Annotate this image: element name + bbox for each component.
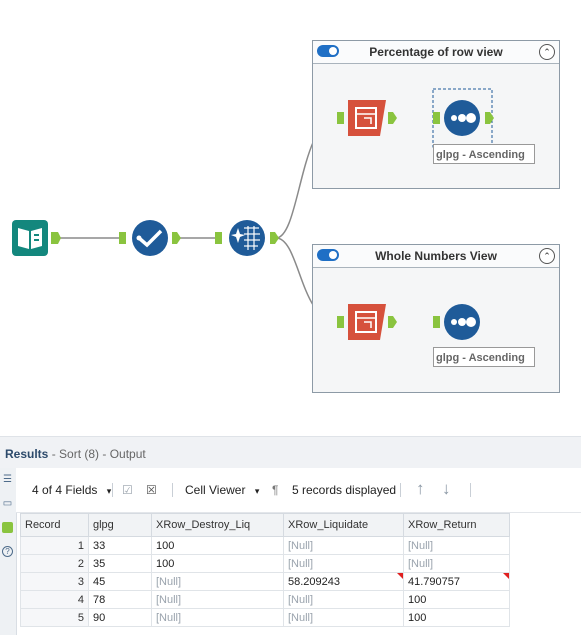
results-toolbar: 4 of 4 Fields ▾ ☑ ☒ Cell Viewer ▾ ¶ 5 re… [16,468,581,513]
table-cell[interactable]: [Null] [283,608,404,627]
header-row: Record glpg XRow_Destroy_Liq XRow_Liquid… [20,513,510,537]
uncheck-all-icon[interactable]: ☒ [146,483,157,497]
crosstab-tool-top[interactable] [336,98,398,141]
check-all-icon[interactable]: ☑ [122,483,133,497]
sort-tool-bottom[interactable] [432,302,498,345]
table-cell[interactable]: 90 [88,608,152,627]
results-grid[interactable]: Record glpg XRow_Destroy_Liq XRow_Liquid… [20,513,510,627]
table-row[interactable]: 3 45 [Null] 58.209243 41.790757 [20,572,510,591]
container-title: Percentage of row view [369,45,503,59]
column-header[interactable]: glpg [88,513,152,537]
records-count: 5 records displayed [292,483,397,497]
dots-icon [432,88,494,148]
table-cell[interactable]: 41.790757 [403,572,510,591]
container-title: Whole Numbers View [375,249,497,263]
table-cell[interactable]: 100 [403,590,510,609]
sparkle-grid-icon [215,220,279,256]
cell-viewer-dropdown[interactable]: Cell Viewer ▾ [185,483,259,497]
table-arrow-icon [337,304,397,340]
table-cell[interactable]: [Null] [403,554,510,573]
record-cell: 1 [20,536,89,555]
input-data-tool[interactable] [10,218,62,261]
table-cell[interactable]: 45 [88,572,152,591]
container-header: Whole Numbers View ⌃ [313,245,559,268]
table-cell[interactable]: 78 [88,590,152,609]
table-cell[interactable]: [Null] [151,572,284,591]
table-cell[interactable]: 100 [151,554,284,573]
help-icon[interactable]: ? [2,546,13,557]
table-arrow-icon [337,100,397,136]
table-cell[interactable]: [Null] [283,554,404,573]
arrow-up-icon[interactable]: ↑ [416,479,425,499]
table-cell[interactable]: 100 [151,536,284,555]
record-cell: 4 [20,590,89,609]
list-icon[interactable]: ☰ [2,474,13,485]
table-cell[interactable]: 58.209243 [283,572,404,591]
crosstab-tool-bottom[interactable] [336,302,398,345]
table-row[interactable]: 1 33 100 [Null] [Null] [20,536,510,555]
select-tool[interactable] [118,218,182,261]
table-row[interactable]: 4 78 [Null] [Null] 100 [20,590,510,609]
fields-dropdown[interactable]: 4 of 4 Fields ▾ [32,483,111,497]
toolbar-divider [172,483,173,497]
toolbar-divider [400,483,401,497]
collapse-icon[interactable]: ⌃ [539,44,555,60]
record-cell: 5 [20,608,89,627]
table-cell[interactable]: 35 [88,554,152,573]
table-cell[interactable]: [Null] [283,536,404,555]
table-row[interactable]: 5 90 [Null] [Null] 100 [20,608,510,627]
fields-label: 4 of 4 Fields [32,483,98,497]
results-subtitle: - Sort (8) - Output [51,447,146,461]
table-cell[interactable]: [Null] [151,608,284,627]
arrow-down-icon[interactable]: ↓ [442,479,451,499]
data-tag-icon[interactable] [2,522,13,533]
results-header: Results - Sort (8) - Output [0,436,581,469]
sort-tool-top[interactable] [432,88,498,151]
table-cell[interactable]: 100 [403,608,510,627]
table-row[interactable]: 2 35 100 [Null] [Null] [20,554,510,573]
cell-viewer-label: Cell Viewer [185,483,246,497]
message-icon[interactable]: ▭ [2,498,13,509]
table-cell[interactable]: [Null] [403,536,510,555]
table-cell[interactable]: [Null] [283,590,404,609]
chevron-down-icon: ▾ [254,486,260,496]
book-icon [12,220,61,256]
record-cell: 3 [20,572,89,591]
container-header: Percentage of row view ⌃ [313,41,559,64]
column-header[interactable]: XRow_Return [403,513,510,537]
results-title: Results - Sort (8) - Output [5,447,146,461]
column-header[interactable]: XRow_Liquidate [283,513,404,537]
table-cell[interactable]: 33 [88,536,152,555]
results-title-label: Results [5,447,49,461]
collapse-icon[interactable]: ⌃ [539,248,555,264]
table-cell[interactable]: [Null] [151,590,284,609]
results-side-rail: ☰ ▭ ? [0,468,17,635]
toolbar-divider [470,483,471,497]
sort-annotation: glpg - Ascending [433,347,535,367]
checkmark-icon [119,220,181,256]
record-cell: 2 [20,554,89,573]
sort-annotation: glpg - Ascending [433,144,535,164]
dots-icon [433,304,480,340]
multi-row-formula-tool[interactable] [214,218,280,261]
pilcrow-icon[interactable]: ¶ [272,483,278,497]
column-header[interactable]: Record [20,513,89,537]
column-header[interactable]: XRow_Destroy_Liq [151,513,284,537]
results-panel: Results - Sort (8) - Output ☰ ▭ ? 4 of 4… [0,436,581,635]
chevron-down-icon: ▾ [106,486,112,496]
workflow-canvas[interactable]: Percentage of row view ⌃ Whole Numbers V… [0,0,581,432]
toolbar-divider [112,483,113,497]
